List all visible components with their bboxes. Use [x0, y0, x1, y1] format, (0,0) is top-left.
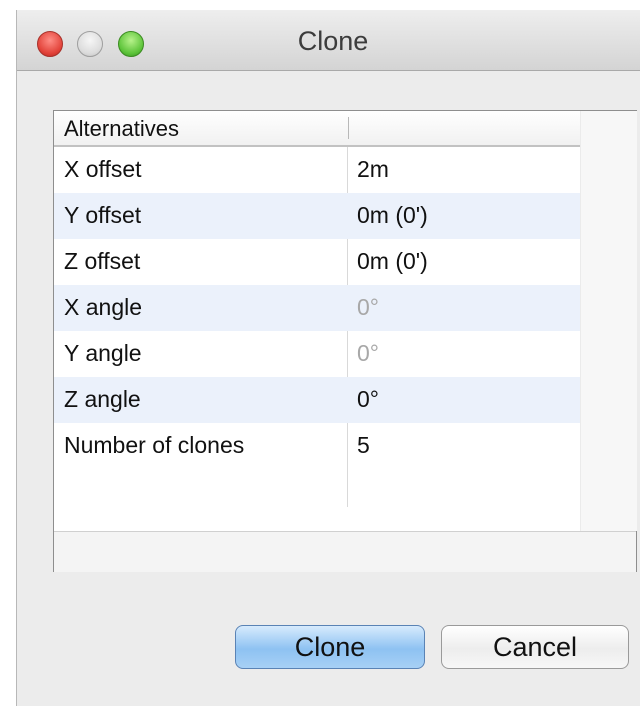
cancel-button[interactable]: Cancel — [441, 625, 629, 669]
number-of-clones-value[interactable]: 5 — [357, 432, 370, 459]
z-angle-value[interactable]: 0° — [357, 386, 379, 413]
y-offset-value[interactable]: 0m (0') — [357, 202, 428, 229]
column-header-alternatives[interactable]: Alternatives — [64, 116, 179, 142]
horizontal-scrollbar[interactable] — [54, 531, 636, 572]
window-title: Clone — [297, 26, 369, 56]
clone-button[interactable]: Clone — [235, 625, 425, 669]
table-row-y-angle[interactable]: Y angle 0° — [54, 331, 580, 377]
clone-parameters-table: Alternatives X offset 2m Y offset 0m (0'… — [53, 110, 637, 572]
clone-dialog: Clone Alternatives X offset 2m Y offset … — [16, 10, 640, 706]
row-label: Y offset — [64, 202, 142, 228]
column-header-divider[interactable] — [348, 117, 349, 139]
table-row-y-offset[interactable]: Y offset 0m (0') — [54, 193, 580, 239]
table-row-x-angle[interactable]: X angle 0° — [54, 285, 580, 331]
title-bar: Clone — [17, 10, 640, 71]
y-angle-value: 0° — [357, 340, 379, 366]
table-row-z-offset[interactable]: Z offset 0m (0') — [54, 239, 580, 285]
table-row-z-angle[interactable]: Z angle 0° — [54, 377, 580, 423]
x-offset-value[interactable]: 2m — [357, 156, 389, 183]
table-header: Alternatives — [54, 111, 580, 147]
vertical-scrollbar[interactable] — [580, 111, 637, 531]
x-angle-value: 0° — [357, 294, 379, 320]
table-row-x-offset[interactable]: X offset 2m — [54, 147, 580, 193]
row-label: Z offset — [64, 248, 141, 274]
row-label: Number of clones — [64, 432, 245, 458]
table-body: Alternatives X offset 2m Y offset 0m (0'… — [54, 111, 580, 531]
row-label: X angle — [64, 294, 143, 320]
row-label: Z angle — [64, 386, 141, 412]
row-label: Y angle — [64, 340, 142, 366]
z-offset-value[interactable]: 0m (0') — [357, 248, 428, 275]
row-label: X offset — [64, 156, 142, 182]
table-row-number-of-clones[interactable]: Number of clones 5 — [54, 423, 580, 469]
